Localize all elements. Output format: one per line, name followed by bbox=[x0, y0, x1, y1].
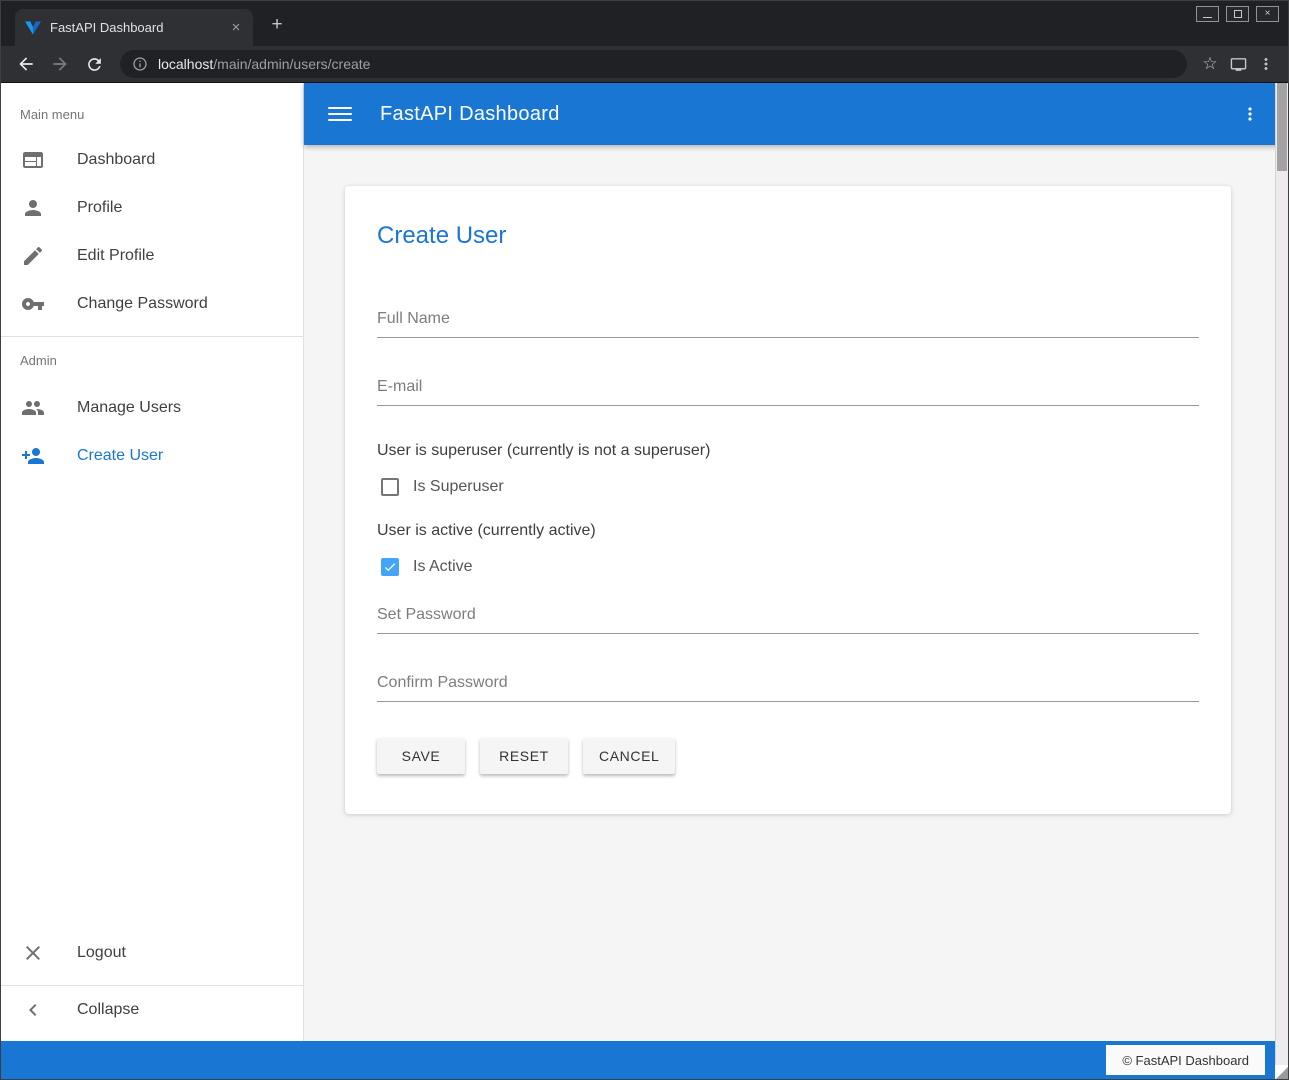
reset-button[interactable]: RESET bbox=[480, 738, 568, 774]
url-host: localhost bbox=[158, 56, 213, 72]
back-button[interactable] bbox=[12, 50, 40, 78]
browser-device-icon[interactable] bbox=[1224, 50, 1252, 78]
reload-button[interactable] bbox=[80, 50, 108, 78]
bookmark-star-icon[interactable]: ☆ bbox=[1196, 50, 1224, 78]
superuser-checkbox-row: Is Superuser bbox=[381, 478, 1199, 496]
close-icon bbox=[21, 941, 45, 965]
tab-close-icon[interactable]: × bbox=[227, 19, 245, 37]
window-maximize-button[interactable] bbox=[1226, 6, 1249, 22]
vuetify-favicon-icon bbox=[25, 20, 41, 36]
superuser-checkbox-label: Is Superuser bbox=[413, 478, 504, 496]
active-checkbox[interactable] bbox=[381, 558, 399, 576]
tab-title: FastAPI Dashboard bbox=[50, 20, 227, 35]
sidebar-item-change-password[interactable]: Change Password bbox=[1, 280, 303, 328]
chevron-left-icon bbox=[21, 998, 45, 1022]
hamburger-menu-icon[interactable] bbox=[328, 102, 352, 126]
person-add-icon bbox=[21, 444, 45, 468]
sidebar-item-label: Collapse bbox=[77, 1001, 139, 1019]
set-password-field-wrap bbox=[377, 602, 1199, 634]
set-password-input[interactable] bbox=[377, 602, 1199, 634]
sidebar-section-main-menu: Main menu bbox=[1, 83, 303, 136]
save-button[interactable]: SAVE bbox=[377, 738, 465, 774]
create-user-card: Create User User is superuser (currently… bbox=[345, 186, 1231, 814]
sidebar-spacer bbox=[1, 480, 303, 929]
sidebar: Main menu Dashboard Profile Edit Profile bbox=[1, 83, 304, 1079]
people-icon bbox=[21, 396, 45, 420]
sidebar-item-label: Manage Users bbox=[77, 399, 181, 417]
person-icon bbox=[21, 196, 45, 220]
window-controls: × bbox=[1196, 6, 1279, 22]
sidebar-item-label: Change Password bbox=[77, 295, 208, 313]
sidebar-item-label: Edit Profile bbox=[77, 247, 154, 265]
email-input[interactable] bbox=[377, 374, 1199, 406]
sidebar-item-dashboard[interactable]: Dashboard bbox=[1, 136, 303, 184]
sidebar-section-admin: Admin bbox=[1, 337, 303, 384]
page-footer: © FastAPI Dashboard bbox=[1, 1041, 1275, 1079]
address-bar[interactable]: localhost/main/admin/users/create bbox=[120, 50, 1187, 78]
scrollbar-thumb[interactable] bbox=[1277, 83, 1287, 171]
forward-button[interactable] bbox=[46, 50, 74, 78]
new-tab-button[interactable]: + bbox=[265, 13, 289, 37]
app-bar-title: FastAPI Dashboard bbox=[380, 103, 560, 126]
footer-copyright: © FastAPI Dashboard bbox=[1106, 1045, 1265, 1075]
app-bar: FastAPI Dashboard bbox=[304, 83, 1288, 145]
dashboard-icon bbox=[21, 148, 45, 172]
url-text: localhost/main/admin/users/create bbox=[158, 56, 370, 72]
app-bar-menu-icon[interactable] bbox=[1236, 100, 1264, 128]
browser-menu-icon[interactable] bbox=[1252, 50, 1280, 78]
main-area: FastAPI Dashboard Create User User is su… bbox=[304, 83, 1288, 1079]
page: Main menu Dashboard Profile Edit Profile bbox=[1, 83, 1288, 1079]
pencil-icon bbox=[21, 244, 45, 268]
sidebar-item-label: Dashboard bbox=[77, 151, 155, 169]
confirm-password-input[interactable] bbox=[377, 670, 1199, 702]
full-name-field-wrap bbox=[377, 306, 1199, 338]
browser-tab-bar: FastAPI Dashboard × + × bbox=[1, 1, 1288, 46]
browser-tab[interactable]: FastAPI Dashboard × bbox=[15, 9, 253, 46]
active-hint: User is active (currently active) bbox=[377, 522, 1199, 540]
active-checkbox-row: Is Active bbox=[381, 558, 1199, 576]
key-icon bbox=[21, 292, 45, 316]
sidebar-item-logout[interactable]: Logout bbox=[1, 929, 303, 977]
full-name-input[interactable] bbox=[377, 306, 1199, 338]
sidebar-item-create-user[interactable]: Create User bbox=[1, 432, 303, 480]
form-buttons: SAVE RESET CANCEL bbox=[377, 738, 1199, 774]
window-resize-grip[interactable] bbox=[1275, 1065, 1288, 1079]
site-info-icon[interactable] bbox=[132, 56, 148, 72]
minimize-icon bbox=[1203, 17, 1212, 18]
sidebar-item-collapse[interactable]: Collapse bbox=[1, 986, 303, 1034]
cancel-button[interactable]: CANCEL bbox=[583, 738, 675, 774]
page-title: Create User bbox=[377, 222, 1199, 250]
url-path: /main/admin/users/create bbox=[213, 56, 370, 72]
sidebar-item-edit-profile[interactable]: Edit Profile bbox=[1, 232, 303, 280]
browser-toolbar: localhost/main/admin/users/create ☆ bbox=[1, 46, 1288, 83]
maximize-icon bbox=[1234, 10, 1242, 18]
content-area: Create User User is superuser (currently… bbox=[304, 145, 1288, 1079]
window-close-button[interactable]: × bbox=[1256, 6, 1279, 22]
confirm-password-field-wrap bbox=[377, 670, 1199, 702]
sidebar-item-label: Create User bbox=[77, 447, 163, 465]
superuser-hint: User is superuser (currently is not a su… bbox=[377, 442, 1199, 460]
scrollbar[interactable] bbox=[1275, 83, 1288, 1079]
sidebar-item-label: Profile bbox=[77, 199, 122, 217]
browser-window: FastAPI Dashboard × + × localhost/main/a… bbox=[0, 0, 1289, 1080]
sidebar-item-profile[interactable]: Profile bbox=[1, 184, 303, 232]
email-field-wrap bbox=[377, 374, 1199, 406]
superuser-checkbox[interactable] bbox=[381, 478, 399, 496]
sidebar-item-label: Logout bbox=[77, 944, 126, 962]
sidebar-item-manage-users[interactable]: Manage Users bbox=[1, 384, 303, 432]
active-checkbox-label: Is Active bbox=[413, 558, 473, 576]
star-glyph: ☆ bbox=[1202, 54, 1217, 74]
window-minimize-button[interactable] bbox=[1196, 6, 1219, 22]
